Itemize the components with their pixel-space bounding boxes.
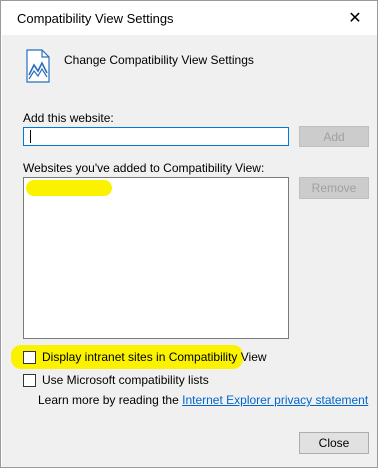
add-button[interactable]: Add (299, 126, 369, 147)
compat-view-dialog: Compatibility View Settings ✕ Change Com… (0, 0, 378, 468)
ms-lists-checkbox[interactable] (23, 373, 36, 387)
window-title: Compatibility View Settings (17, 11, 174, 26)
close-button[interactable]: Close (299, 432, 369, 454)
privacy-statement-link[interactable]: Internet Explorer privacy statement (182, 393, 368, 407)
option-row-intranet[interactable]: Display intranet sites in Compatibility … (23, 350, 267, 364)
ms-lists-option-label: Use Microsoft compatibility lists (42, 373, 209, 387)
dialog-body: Change Compatibility View Settings Add t… (2, 35, 377, 467)
add-website-input[interactable] (23, 127, 289, 146)
list-highlight-mark (26, 180, 112, 196)
privacy-prefix: Learn more by reading the (38, 393, 179, 407)
close-icon[interactable]: ✕ (341, 5, 369, 31)
intranet-option-label: Display intranet sites in Compatibility … (42, 350, 267, 364)
text-caret (30, 130, 31, 143)
option-row-ms-lists[interactable]: Use Microsoft compatibility lists (23, 373, 209, 387)
websites-listbox[interactable] (23, 177, 289, 339)
title-bar: Compatibility View Settings ✕ (1, 1, 377, 35)
document-chart-icon (26, 49, 50, 83)
remove-button[interactable]: Remove (299, 177, 369, 199)
privacy-line: Learn more by reading the Internet Explo… (38, 393, 368, 407)
intranet-checkbox[interactable] (23, 350, 36, 364)
websites-list-label: Websites you've added to Compatibility V… (23, 161, 265, 175)
header-title: Change Compatibility View Settings (64, 53, 254, 67)
add-website-label: Add this website: (23, 111, 114, 125)
